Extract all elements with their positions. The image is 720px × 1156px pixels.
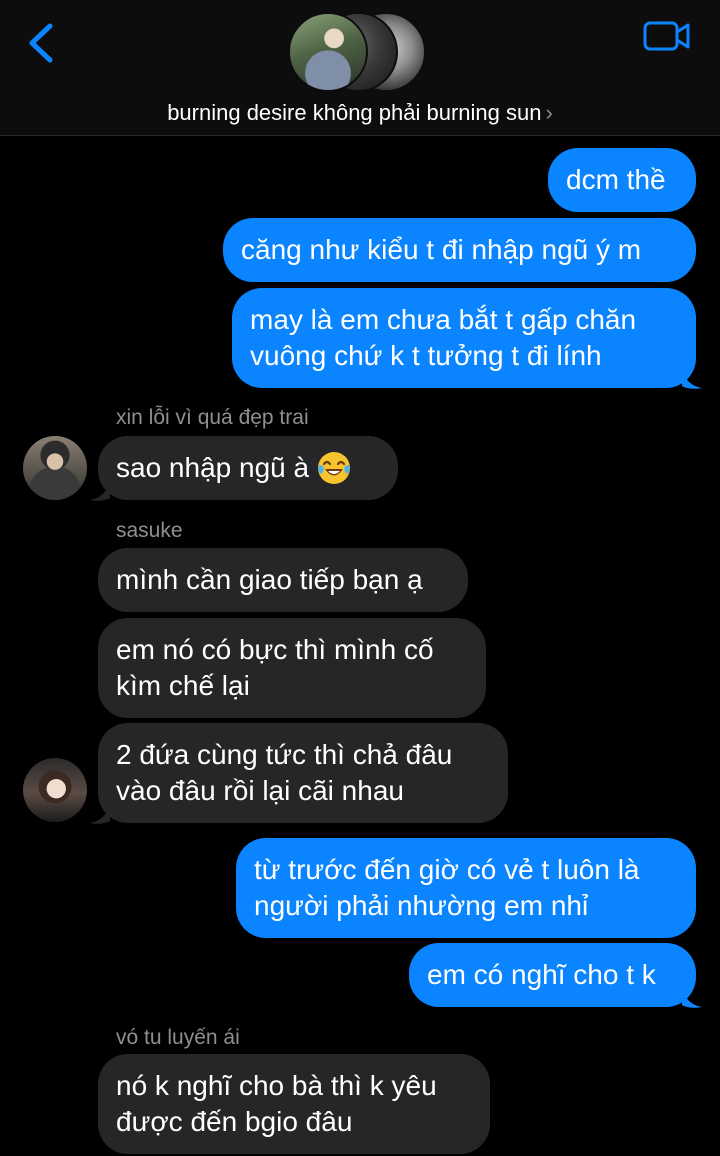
message-text-line: nó k nghĩ cho bà thì k yêu bbox=[116, 1070, 437, 1101]
sender-name: sasuke bbox=[116, 519, 183, 542]
outgoing-message[interactable]: em có nghĩ cho t k bbox=[409, 943, 696, 1007]
bubble-tail bbox=[682, 987, 702, 1008]
message-text-line: 2 đứa cùng tức thì chả đâu bbox=[116, 739, 453, 770]
group-avatar-stack[interactable] bbox=[288, 12, 432, 94]
outgoing-message[interactable]: dcm thề bbox=[548, 148, 696, 212]
group-name: burning desire không phải burning sun bbox=[167, 100, 542, 125]
incoming-message[interactable]: em nó có bực thì mình cố kìm chế lại bbox=[98, 618, 486, 718]
message-text: sao nhập ngũ à bbox=[116, 452, 310, 483]
message-text: em có nghĩ cho t k bbox=[427, 959, 656, 990]
message-text-line: vuông chứ k t tưởng t đi lính bbox=[250, 340, 602, 371]
message-text-line: vào đâu rồi lại cãi nhau bbox=[116, 775, 404, 806]
incoming-message[interactable]: nó k nghĩ cho bà thì k yêu được đến bgio… bbox=[98, 1054, 490, 1154]
video-camera-icon[interactable] bbox=[642, 18, 692, 54]
bubble-tail bbox=[682, 368, 702, 389]
avatar[interactable] bbox=[23, 758, 87, 822]
message-text-line: người phải nhường em nhỉ bbox=[254, 890, 589, 921]
message-text-line: từ trước đến giờ có vẻ t luôn là bbox=[254, 854, 640, 885]
outgoing-message[interactable]: căng như kiểu t đi nhập ngũ ý m bbox=[223, 218, 696, 282]
chevron-right-icon: › bbox=[545, 100, 553, 125]
chevron-left-icon[interactable] bbox=[24, 20, 64, 66]
message-text-line: em nó có bực thì mình cố bbox=[116, 634, 434, 665]
incoming-message[interactable]: sao nhập ngũ à bbox=[98, 436, 398, 500]
bubble-tail bbox=[90, 803, 110, 824]
face-with-tears-of-joy-icon bbox=[318, 452, 351, 484]
message-text: mình cần giao tiếp bạn ạ bbox=[116, 564, 423, 595]
incoming-message[interactable]: mình cần giao tiếp bạn ạ bbox=[98, 548, 468, 612]
sender-name: xin lỗi vì quá đẹp trai bbox=[116, 406, 309, 429]
avatar[interactable] bbox=[23, 436, 87, 500]
bubble-tail bbox=[90, 480, 110, 501]
group-name-button[interactable]: burning desire không phải burning sun › bbox=[0, 100, 720, 126]
message-text: dcm thề bbox=[566, 164, 666, 195]
incoming-message[interactable]: 2 đứa cùng tức thì chả đâu vào đâu rồi l… bbox=[98, 723, 508, 823]
outgoing-message[interactable]: may là em chưa bắt t gấp chăn vuông chứ … bbox=[232, 288, 696, 388]
outgoing-message[interactable]: từ trước đến giờ có vẻ t luôn là người p… bbox=[236, 838, 696, 938]
message-text-line: may là em chưa bắt t gấp chăn bbox=[250, 304, 637, 335]
sender-name: vó tu luyến ái bbox=[116, 1026, 240, 1049]
message-text: căng như kiểu t đi nhập ngũ ý m bbox=[241, 234, 642, 265]
message-text-line: kìm chế lại bbox=[116, 670, 250, 701]
group-avatar bbox=[288, 12, 368, 92]
chat-header: burning desire không phải burning sun › bbox=[0, 0, 720, 136]
message-text-line: được đến bgio đâu bbox=[116, 1106, 353, 1137]
